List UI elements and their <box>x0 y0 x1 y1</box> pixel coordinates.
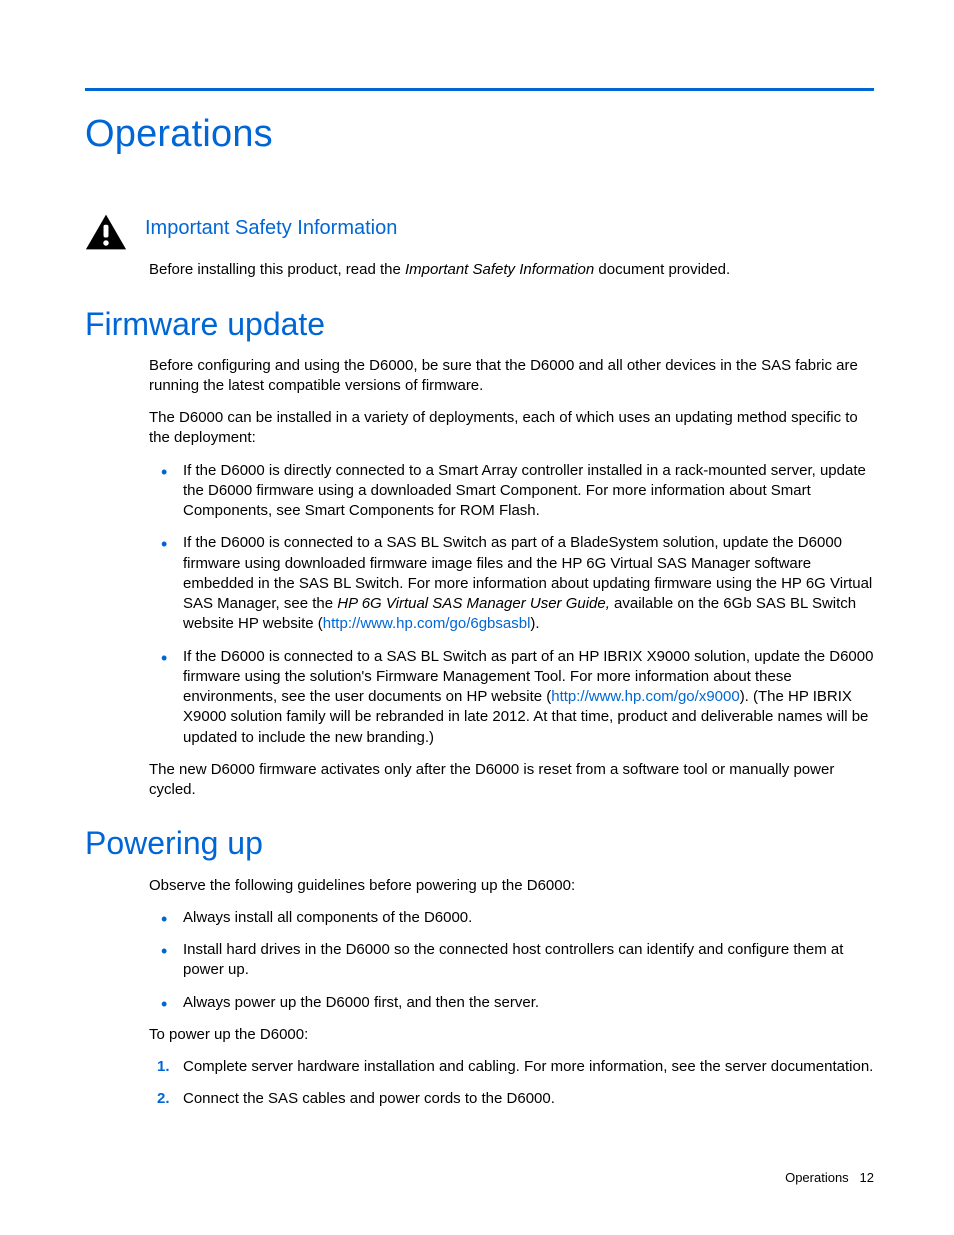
page: Operations Important Safety Information … <box>0 0 954 1235</box>
list-item: Complete server hardware installation an… <box>149 1057 874 1077</box>
text: document provided. <box>594 261 730 278</box>
text: Before installing this product, read the <box>149 261 405 278</box>
text: Always power up the D6000 first, and the… <box>183 994 539 1011</box>
powering-heading: Powering up <box>85 822 874 865</box>
powering-p1: Observe the following guidelines before … <box>149 876 874 896</box>
chapter-title: Operations <box>85 109 874 160</box>
firmware-p3: The new D6000 firmware activates only af… <box>149 760 874 801</box>
page-footer: Operations 12 <box>785 1169 874 1187</box>
link-x9000[interactable]: http://www.hp.com/go/x9000 <box>551 688 739 705</box>
text: ). <box>530 615 539 632</box>
top-rule <box>85 88 874 91</box>
powering-body: Observe the following guidelines before … <box>149 876 874 1110</box>
warning-icon <box>85 213 127 251</box>
list-item: Always power up the D6000 first, and the… <box>149 993 874 1013</box>
firmware-p2: The D6000 can be installed in a variety … <box>149 408 874 449</box>
powering-bullets: Always install all components of the D60… <box>149 908 874 1013</box>
footer-section: Operations <box>785 1170 849 1185</box>
footer-page-number: 12 <box>860 1170 874 1185</box>
safety-block: Important Safety Information <box>85 215 874 252</box>
text: If the D6000 is directly connected to a … <box>183 462 866 520</box>
text: Complete server hardware installation an… <box>183 1058 873 1075</box>
list-item: Always install all components of the D60… <box>149 908 874 928</box>
text: Always install all components of the D60… <box>183 909 472 926</box>
text: Connect the SAS cables and power cords t… <box>183 1090 555 1107</box>
list-item: If the D6000 is connected to a SAS BL Sw… <box>149 647 874 748</box>
text: Install hard drives in the D6000 so the … <box>183 941 843 978</box>
firmware-p1: Before configuring and using the D6000, … <box>149 356 874 397</box>
firmware-bullets: If the D6000 is directly connected to a … <box>149 461 874 748</box>
powering-steps: Complete server hardware installation an… <box>149 1057 874 1110</box>
link-6gbsasbl[interactable]: http://www.hp.com/go/6gbsasbl <box>323 615 531 632</box>
powering-p2: To power up the D6000: <box>149 1025 874 1045</box>
firmware-body: Before configuring and using the D6000, … <box>149 356 874 801</box>
list-item: If the D6000 is connected to a SAS BL Sw… <box>149 533 874 634</box>
safety-paragraph: Before installing this product, read the… <box>149 260 874 280</box>
list-item: If the D6000 is directly connected to a … <box>149 461 874 522</box>
safety-heading: Important Safety Information <box>145 215 874 242</box>
text-italic: HP 6G Virtual SAS Manager User Guide, <box>337 595 610 612</box>
list-item: Connect the SAS cables and power cords t… <box>149 1089 874 1109</box>
list-item: Install hard drives in the D6000 so the … <box>149 940 874 981</box>
text-italic: Important Safety Information <box>405 261 594 278</box>
firmware-heading: Firmware update <box>85 303 874 346</box>
